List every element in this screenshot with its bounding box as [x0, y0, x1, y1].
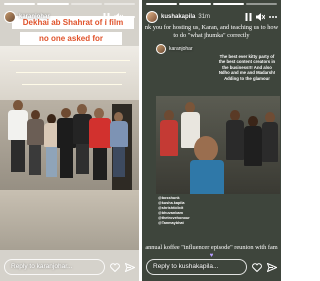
- story-kushakapila[interactable]: kushakapila 31m nk you for hosting us, K…: [142, 0, 281, 281]
- ceiling-light: [16, 72, 126, 73]
- story-header: karanjohar: [4, 10, 135, 24]
- story-caption-line2: no one asked for: [20, 32, 122, 45]
- room-floor: [0, 190, 139, 250]
- mute-icon[interactable]: [114, 13, 123, 21]
- room-ceiling: [0, 46, 139, 101]
- more-icon[interactable]: [269, 13, 277, 21]
- story-username[interactable]: kushakapila: [161, 14, 195, 20]
- avatar[interactable]: [156, 44, 166, 54]
- reposted-story-header: karanjohar: [156, 44, 193, 54]
- reposted-quote-text: The best ever kitty party of the best co…: [218, 54, 276, 81]
- story-time: 31m: [198, 14, 211, 20]
- more-icon[interactable]: [127, 13, 135, 21]
- reposted-username[interactable]: karanjohar: [169, 46, 193, 52]
- reply-input[interactable]: Reply to karanjohar...: [4, 259, 105, 275]
- pause-icon[interactable]: [245, 13, 252, 21]
- story-bottom-caption: annual koffee "influencer episode" reuni…: [144, 244, 279, 259]
- send-icon[interactable]: [125, 262, 135, 272]
- purple-heart-icon: ♥: [209, 251, 214, 259]
- avatar[interactable]: [146, 11, 158, 23]
- mute-icon[interactable]: [256, 13, 265, 21]
- send-icon[interactable]: [267, 262, 277, 272]
- reposted-group-photo: [156, 96, 280, 194]
- heart-icon[interactable]: [110, 262, 120, 272]
- story-subtitle: nk you for hosting us, Karan, and teachi…: [144, 24, 279, 39]
- story-karanjohar[interactable]: Dekhai ab Shahrat of I film no one asked…: [0, 0, 139, 281]
- ceiling-light: [22, 84, 122, 85]
- story-progress-bar: [146, 3, 277, 5]
- reply-bar: Reply to karanjohar...: [4, 259, 135, 275]
- story-username[interactable]: karanjohar: [19, 14, 50, 20]
- avatar[interactable]: [4, 11, 16, 23]
- reply-bar: Reply to kushakapila...: [146, 259, 277, 275]
- mentions-list: @bosshunk @kusha.kapila @shrishtidixit @…: [158, 196, 190, 225]
- reply-input[interactable]: Reply to kushakapila...: [146, 259, 247, 275]
- bottom-caption-text: annual koffee "influencer episode" reuni…: [145, 244, 278, 251]
- pause-icon[interactable]: [103, 13, 110, 21]
- story-header: kushakapila 31m: [146, 10, 277, 24]
- story-progress-bar: [4, 3, 135, 5]
- ceiling-light: [10, 60, 130, 61]
- heart-icon[interactable]: [252, 262, 262, 272]
